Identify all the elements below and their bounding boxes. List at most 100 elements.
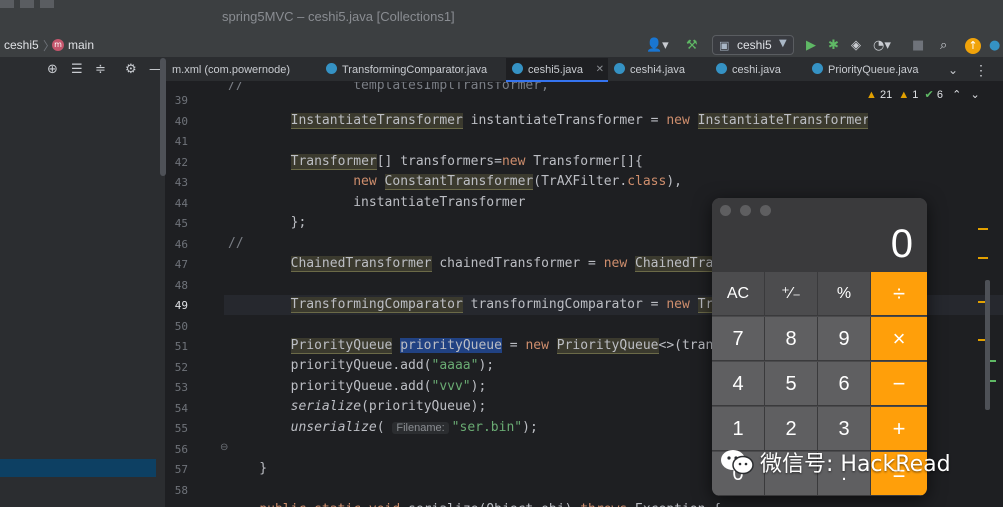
coverage-icon[interactable]: ◈ bbox=[851, 37, 861, 54]
digit-1-button[interactable]: 1 bbox=[712, 407, 765, 451]
weak-warning-icon: ▲ bbox=[898, 89, 910, 101]
update-icon[interactable]: ↑ bbox=[965, 38, 981, 54]
line-number: 57 bbox=[174, 463, 188, 476]
window-title: spring5MVC – ceshi5.java [Collections1] bbox=[222, 9, 455, 24]
wechat-logo-icon bbox=[720, 449, 754, 481]
subtract-button[interactable]: − bbox=[871, 362, 927, 406]
tab-ceshi5[interactable]: ceshi5.java ✕ bbox=[506, 58, 608, 82]
warning-icon: ▲ bbox=[866, 89, 877, 101]
code-line: // templatesImplTransformer, bbox=[228, 82, 549, 93]
tab-label: ceshi5.java bbox=[528, 64, 584, 76]
line-number: 53 bbox=[174, 381, 188, 394]
code-line: priorityQueue.add("vvv"); bbox=[228, 379, 487, 394]
window-control[interactable] bbox=[40, 0, 54, 8]
tab-label: TransformingComparator.java bbox=[342, 64, 488, 76]
breadcrumb-module[interactable]: main bbox=[68, 38, 94, 52]
plugin-icon[interactable]: ● bbox=[989, 37, 1000, 54]
user-icon[interactable]: 👤▾ bbox=[646, 37, 669, 54]
stripe-marker[interactable] bbox=[990, 380, 996, 382]
panel-toolbar: ⊕ ☰ ≑ ⚙ — bbox=[0, 58, 166, 82]
code-line: instantiateTransformer bbox=[228, 195, 526, 210]
selected-tree-item[interactable] bbox=[0, 459, 156, 477]
line-number: 52 bbox=[174, 361, 188, 374]
warning-count: 21 bbox=[879, 89, 893, 101]
digit-6-button[interactable]: 6 bbox=[818, 362, 871, 406]
tab-ceshi4[interactable]: ceshi4.java bbox=[608, 58, 708, 82]
close-button[interactable] bbox=[720, 205, 731, 216]
code-line: } bbox=[228, 461, 268, 476]
chevron-down-icon[interactable]: ⌄ bbox=[971, 89, 980, 101]
stripe-marker[interactable] bbox=[978, 257, 988, 259]
run-icon[interactable]: ▶ bbox=[806, 37, 816, 54]
java-class-icon bbox=[326, 63, 337, 74]
line-number: 44 bbox=[174, 197, 188, 210]
inspection-widget[interactable]: ▲ 21 ▲ 1 ✔ 6 ⌃ ⌄ bbox=[866, 88, 980, 101]
multiply-button[interactable]: × bbox=[871, 317, 927, 361]
digit-8-button[interactable]: 8 bbox=[765, 317, 818, 361]
calculator-header: 0 bbox=[712, 198, 927, 272]
code-line: public static void serialize(Object obj)… bbox=[228, 502, 721, 507]
window-control[interactable] bbox=[20, 0, 34, 8]
digit-9-button[interactable]: 9 bbox=[818, 317, 871, 361]
check-icon: ✔ bbox=[924, 89, 934, 101]
tab-priority-queue[interactable]: PriorityQueue.java bbox=[806, 58, 938, 82]
line-number: 47 bbox=[174, 258, 188, 271]
run-config-selector[interactable]: ▣ ceshi5 ▼ bbox=[712, 35, 794, 55]
digit-4-button[interactable]: 4 bbox=[712, 362, 765, 406]
code-line: serialize(priorityQueue); bbox=[290, 399, 487, 414]
code-line: // bbox=[228, 236, 244, 251]
title-bar: spring5MVC – ceshi5.java [Collections1] bbox=[0, 0, 1003, 34]
line-number: 48 bbox=[174, 279, 188, 292]
line-number: 41 bbox=[174, 135, 188, 148]
clear-button[interactable]: AC bbox=[712, 272, 765, 316]
stripe-marker[interactable] bbox=[978, 228, 988, 230]
digit-7-button[interactable]: 7 bbox=[712, 317, 765, 361]
divide-button[interactable]: ÷ bbox=[871, 272, 927, 316]
chevron-up-icon[interactable]: ⌃ bbox=[952, 89, 961, 101]
java-class-icon bbox=[512, 63, 523, 74]
tab-ceshi[interactable]: ceshi.java bbox=[710, 58, 802, 82]
code-line: InstantiateTransformer instantiateTransf… bbox=[290, 113, 868, 129]
code-line: priorityQueue.add("aaaa"); bbox=[228, 358, 495, 373]
locate-icon[interactable]: ⊕ bbox=[47, 62, 58, 77]
line-number: 39 bbox=[174, 94, 188, 107]
minimize-button[interactable] bbox=[740, 205, 751, 216]
search-icon[interactable]: ⌕ bbox=[940, 37, 947, 54]
calculator-display: 0 bbox=[890, 222, 913, 266]
gear-icon[interactable]: ⚙ bbox=[125, 62, 137, 77]
sign-toggle-button[interactable]: ⁺∕₋ bbox=[765, 272, 818, 316]
collapse-all-icon[interactable]: ≑ bbox=[95, 62, 106, 77]
digit-3-button[interactable]: 3 bbox=[818, 407, 871, 451]
profile-icon[interactable]: ◔▾ bbox=[873, 37, 891, 54]
line-number: 50 bbox=[174, 320, 188, 333]
line-number: 56 bbox=[174, 443, 188, 456]
watermark: 微信号: HackRead bbox=[720, 446, 951, 480]
hammer-icon[interactable]: ⚒ bbox=[686, 37, 698, 54]
tab-label: ceshi4.java bbox=[630, 64, 686, 76]
line-number: 58 bbox=[174, 484, 188, 497]
breadcrumb-project[interactable]: ceshi5 bbox=[4, 38, 39, 52]
window-control[interactable] bbox=[0, 0, 14, 8]
stripe-marker[interactable] bbox=[990, 360, 996, 362]
add-button[interactable]: + bbox=[871, 407, 927, 451]
expand-all-icon[interactable]: ☰ bbox=[71, 62, 83, 77]
percent-button[interactable]: % bbox=[818, 272, 871, 316]
line-number: 40 bbox=[174, 115, 188, 128]
tab-pom-xml[interactable]: m.xml (com.powernode) bbox=[172, 58, 322, 82]
digit-2-button[interactable]: 2 bbox=[765, 407, 818, 451]
stop-icon[interactable]: ■ bbox=[912, 37, 924, 54]
line-number: 45 bbox=[174, 217, 188, 230]
digit-5-button[interactable]: 5 bbox=[765, 362, 818, 406]
weak-warning-count: 1 bbox=[912, 89, 919, 101]
debug-icon[interactable]: ✱ bbox=[828, 37, 839, 54]
tab-transforming-comparator[interactable]: TransformingComparator.java bbox=[322, 58, 506, 82]
editor-scrollbar[interactable] bbox=[985, 280, 990, 410]
java-class-icon bbox=[716, 63, 727, 74]
project-panel: ⊕ ☰ ≑ ⚙ — bbox=[0, 58, 166, 507]
code-line: }; bbox=[228, 215, 307, 230]
tab-list-chevron-icon[interactable]: ⌄ bbox=[948, 58, 958, 82]
close-icon[interactable]: ✕ bbox=[596, 58, 604, 82]
tab-label: PriorityQueue.java bbox=[828, 64, 919, 76]
more-icon[interactable]: ⋮ bbox=[974, 58, 988, 82]
zoom-button[interactable] bbox=[760, 205, 771, 216]
